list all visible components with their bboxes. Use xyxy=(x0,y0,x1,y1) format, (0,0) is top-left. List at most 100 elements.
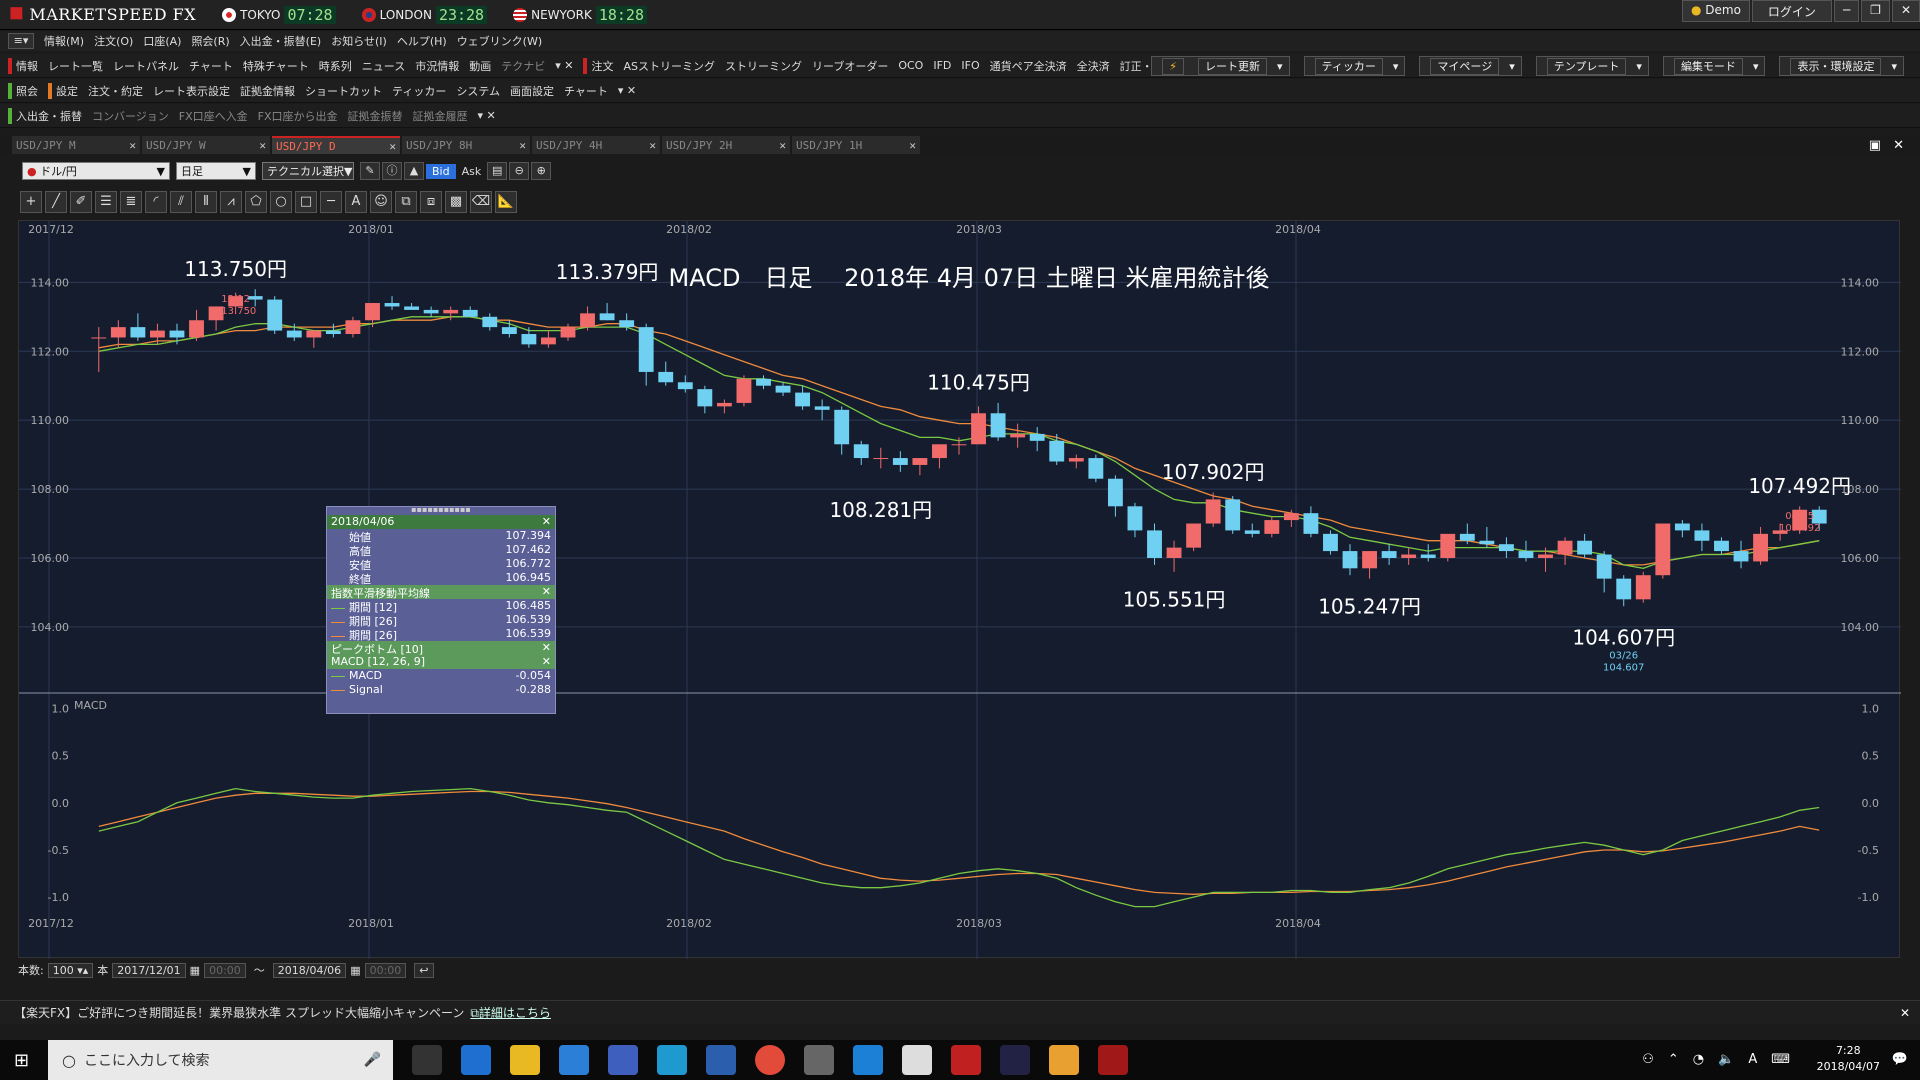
tab-usdjpy-2h[interactable]: USD/JPY 2H ✕ xyxy=(662,136,790,154)
display-settings-button[interactable]: 表示・環境設定 ▾ xyxy=(1779,55,1904,76)
close-icon[interactable]: ✕ xyxy=(129,139,136,152)
ime-icon[interactable]: A xyxy=(1748,1052,1757,1067)
mail-icon[interactable] xyxy=(902,1045,932,1075)
toolbar-chart-settings[interactable]: チャート xyxy=(564,83,608,99)
toolbar-margin-transfer[interactable]: 証拠金振替 xyxy=(348,108,403,124)
close-icon[interactable]: ✕ xyxy=(542,641,551,655)
keyboard-icon[interactable]: ⌨ xyxy=(1771,1052,1790,1067)
layers2-icon[interactable]: ▩ xyxy=(445,191,467,213)
toolbar-ifo[interactable]: IFO xyxy=(961,59,979,72)
ruler-icon[interactable]: 📐 xyxy=(495,191,517,213)
from-time-input[interactable]: 00:00 xyxy=(204,962,246,978)
windows-start-icon[interactable]: ⊞ xyxy=(14,1050,29,1071)
tab-usdjpy-m[interactable]: USD/JPY M ✕ xyxy=(12,136,140,154)
notification-icon[interactable]: 💬 xyxy=(1892,1052,1908,1067)
toolbar-streaming[interactable]: ストリーミング xyxy=(725,58,802,74)
close-icon[interactable]: ✕ xyxy=(389,140,396,153)
mypage-button[interactable]: マイページ ▾ xyxy=(1419,55,1522,76)
toolbar-rate-panel[interactable]: レートパネル xyxy=(113,58,179,74)
toolbar-order-execution[interactable]: 注文・約定 xyxy=(88,83,143,99)
to-time-input[interactable]: 00:00 xyxy=(364,962,407,978)
minimize-button[interactable]: ─ xyxy=(1833,0,1860,22)
marketspeed-icon[interactable] xyxy=(951,1045,981,1075)
menu-notice[interactable]: お知らせ(I) xyxy=(331,33,387,49)
toolbar-ifd[interactable]: IFD xyxy=(933,59,951,72)
chevron-up-icon[interactable]: ⌃ xyxy=(1668,1052,1679,1067)
toolbar-as-streaming[interactable]: ASストリーミング xyxy=(623,58,715,74)
edit-mode-button[interactable]: 編集モード ▾ xyxy=(1662,55,1766,76)
demo-button[interactable]: ● Demo xyxy=(1681,0,1750,22)
toolbar-screen-settings[interactable]: 画面設定 xyxy=(510,83,554,99)
crosshair-icon[interactable]: + xyxy=(20,191,42,213)
app-icon[interactable] xyxy=(1000,1045,1030,1075)
toolbar-leave-order[interactable]: リーブオーダー xyxy=(812,58,888,74)
hline-icon[interactable]: ─ xyxy=(320,191,342,213)
circle-icon[interactable]: ○ xyxy=(270,191,292,213)
task-view-icon[interactable] xyxy=(412,1045,442,1075)
file-explorer-icon[interactable] xyxy=(510,1045,540,1075)
people-icon[interactable]: ⚇ xyxy=(1642,1052,1654,1067)
toolbar-shortcut[interactable]: ショートカット xyxy=(305,83,382,99)
dropdown-icon[interactable]: ▾ ✕ xyxy=(618,84,636,97)
toolbar-fx-withdraw[interactable]: FX口座から出金 xyxy=(258,108,338,124)
layers-icon[interactable]: ⧈ xyxy=(420,191,442,213)
area-chart-icon[interactable]: ▲ xyxy=(404,162,424,180)
chrome-icon[interactable] xyxy=(755,1045,785,1075)
toolbar-all-settle[interactable]: 全決済 xyxy=(1077,58,1110,74)
wifi-icon[interactable]: ◔ xyxy=(1693,1052,1704,1067)
menu-deposit[interactable]: 入出金・振替(E) xyxy=(240,33,322,49)
store-icon[interactable] xyxy=(559,1045,589,1075)
close-icon[interactable]: ✕ xyxy=(909,139,916,152)
close-icon[interactable]: ✕ xyxy=(542,585,551,599)
pitchfork-icon[interactable]: ⩘ xyxy=(220,191,242,213)
eraser-icon[interactable]: ✐ xyxy=(70,191,92,213)
close-icon[interactable]: ✕ xyxy=(259,139,266,152)
close-icon[interactable]: ✕ xyxy=(779,139,786,152)
toolbar-pair-settle[interactable]: 通貨ペア全決済 xyxy=(990,58,1067,74)
fibonacci-icon[interactable]: ≣ xyxy=(120,191,142,213)
face-icon[interactable]: ☺ xyxy=(370,191,392,213)
trendline-icon[interactable]: ╱ xyxy=(45,191,67,213)
menu-weblink[interactable]: ウェブリンク(W) xyxy=(457,33,542,49)
toolbar-market-info[interactable]: 市況情報 xyxy=(415,58,459,74)
toolbar-rate-display[interactable]: レート表示設定 xyxy=(153,83,230,99)
dropdown-icon[interactable]: ▾ ✕ xyxy=(478,109,496,122)
calendar-app-icon[interactable] xyxy=(608,1045,638,1075)
tab-usdjpy-d[interactable]: USD/JPY D ✕ xyxy=(272,136,400,154)
toolbar-video[interactable]: 動画 xyxy=(469,58,491,74)
toolbar-technavi[interactable]: テクナビ xyxy=(501,58,545,74)
text-icon[interactable]: A xyxy=(345,191,367,213)
close-button[interactable]: ✕ xyxy=(1891,0,1920,22)
tab-usdjpy-4h[interactable]: USD/JPY 4H ✕ xyxy=(532,136,660,154)
vertical-lines-icon[interactable]: ⦀ xyxy=(195,191,217,213)
info-icon[interactable]: ⓘ xyxy=(382,162,402,180)
toolbar-ticker[interactable]: ティッカー xyxy=(392,83,446,99)
app-icon[interactable] xyxy=(1049,1045,1079,1075)
candlestick-chart[interactable]: 2017/12 2017/12 2018/01 2018/01 2018/02 2018/… xyxy=(19,221,1901,959)
menu-order[interactable]: 注文(O) xyxy=(94,33,133,49)
menu-inquiry[interactable]: 照会(R) xyxy=(191,33,229,49)
tab-usdjpy-w[interactable]: USD/JPY W ✕ xyxy=(142,136,270,154)
ticker-button[interactable]: ティッカー ▾ xyxy=(1303,55,1406,76)
toolbar-margin-history[interactable]: 証拠金履歴 xyxy=(413,108,468,124)
channel-icon[interactable]: ⫽ xyxy=(170,191,192,213)
chart-type-icon[interactable]: ▤ xyxy=(487,162,508,180)
pentagon-icon[interactable]: ⬠ xyxy=(245,191,267,213)
drag-handle[interactable]: ▪▪▪▪▪▪▪▪▪▪▪ xyxy=(327,506,555,515)
pen-icon[interactable]: ✎ xyxy=(360,162,380,180)
period-select[interactable]: 日足 ▼ xyxy=(176,162,256,180)
ask-button[interactable]: Ask xyxy=(462,165,482,178)
menu-account[interactable]: 口座(A) xyxy=(143,33,181,49)
horizontal-lines-icon[interactable]: ☰ xyxy=(95,191,117,213)
maximize-button[interactable]: ❐ xyxy=(1861,0,1890,22)
login-button[interactable]: ログイン xyxy=(1751,0,1832,22)
zoom-out-icon[interactable]: ⊖ xyxy=(509,162,530,180)
toolbar-oco[interactable]: OCO xyxy=(898,59,923,72)
zoom-in-icon[interactable]: ⊕ xyxy=(531,162,552,180)
technical-select[interactable]: テクニカル選択 ▼ xyxy=(262,162,354,180)
toolbar-margin-info[interactable]: 証拠金情報 xyxy=(240,83,295,99)
copy-icon[interactable]: ⧉ xyxy=(395,191,417,213)
toolbar-special-chart[interactable]: 特殊チャート xyxy=(243,58,309,74)
close-chart-icon[interactable]: ✕ xyxy=(1893,138,1904,153)
toolbar-fx-deposit[interactable]: FX口座へ入金 xyxy=(179,108,248,124)
